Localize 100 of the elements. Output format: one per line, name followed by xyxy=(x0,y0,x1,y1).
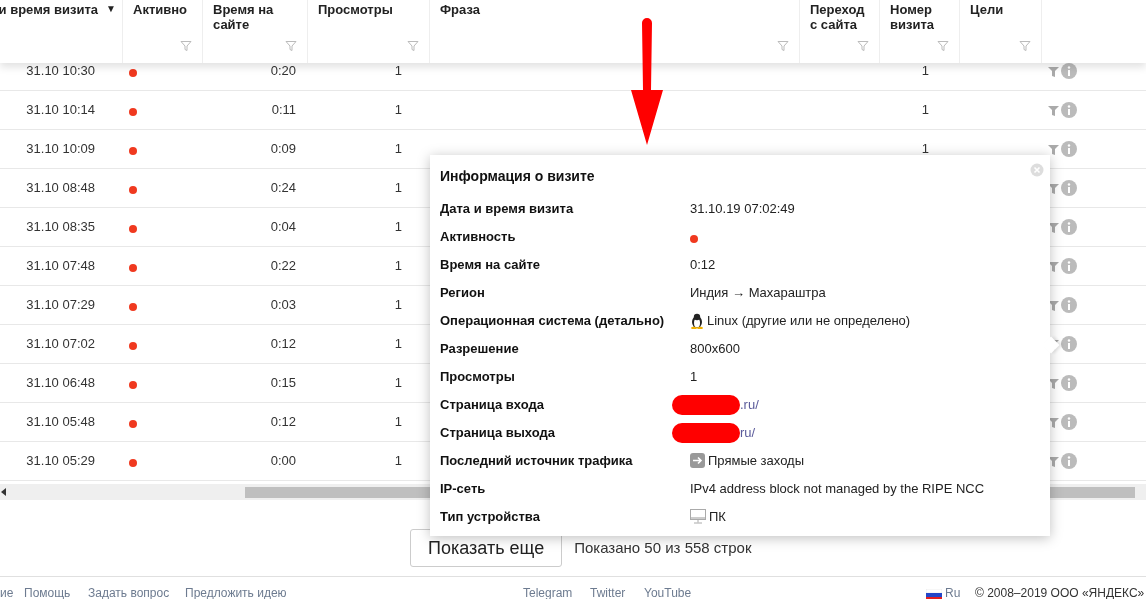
footer-link[interactable]: ие xyxy=(0,586,14,599)
table-cell: 1 xyxy=(394,336,402,352)
filter-icon[interactable] xyxy=(777,40,789,52)
footer-link[interactable]: Предложить идею xyxy=(185,586,287,599)
table-cell: 0:00 xyxy=(270,453,296,469)
field-value: Прямые заходы xyxy=(708,452,804,470)
field-label: Тип устройства xyxy=(440,508,541,526)
table-cell: 31.10 10:30 xyxy=(26,63,95,79)
field-label: IP-сеть xyxy=(440,480,487,498)
table-cell: 1 xyxy=(921,63,929,79)
table-cell: 0:04 xyxy=(270,219,296,235)
page-link[interactable]: .ru/ xyxy=(740,395,759,415)
footer-link[interactable]: Помощь xyxy=(24,586,71,599)
field-label: Операционная система (детально) xyxy=(440,312,666,330)
filter-icon[interactable] xyxy=(1048,104,1059,116)
field-label: Регион xyxy=(440,284,486,302)
table-cell: 1 xyxy=(394,219,402,235)
field-label: Страница входа xyxy=(440,396,545,414)
table-cell: 31.10 05:29 xyxy=(26,453,95,469)
filter-icon[interactable] xyxy=(1048,455,1059,467)
info-icon[interactable] xyxy=(1061,453,1077,469)
filter-icon[interactable] xyxy=(1048,377,1059,389)
social-link[interactable]: Telegram xyxy=(523,586,573,599)
field-value: IPv4 address block not managed by the RIPE NCC xyxy=(690,480,985,498)
scroll-left-icon[interactable] xyxy=(1,488,7,496)
info-icon[interactable] xyxy=(1061,141,1077,157)
filter-icon[interactable] xyxy=(1048,260,1059,272)
filter-icon[interactable] xyxy=(1048,221,1059,233)
table-cell: 0:03 xyxy=(270,297,296,313)
table-cell: 1 xyxy=(394,141,402,157)
field-label: Страница выхода xyxy=(440,424,556,442)
monitor-icon xyxy=(690,509,706,525)
info-icon[interactable] xyxy=(1061,180,1077,196)
info-icon[interactable] xyxy=(1061,102,1077,118)
table-cell: 0:11 xyxy=(271,102,296,118)
field-label: Последний источник трафика xyxy=(440,452,634,470)
table-cell: 1 xyxy=(921,141,929,157)
column-header[interactable]: Переход с сайта xyxy=(810,2,869,32)
social-link[interactable]: Twitter xyxy=(590,586,626,599)
footer-link[interactable]: Задать вопрос xyxy=(88,586,170,599)
redaction-mark xyxy=(672,423,740,443)
info-icon[interactable] xyxy=(1061,258,1077,274)
table-cell: 1 xyxy=(394,414,402,430)
field-label: Активность xyxy=(440,228,517,246)
table-cell: 1 xyxy=(394,258,402,274)
field-value: ПК xyxy=(709,508,726,526)
info-icon[interactable] xyxy=(1061,297,1077,313)
social-link[interactable]: YouTube xyxy=(644,586,692,599)
filter-icon[interactable] xyxy=(180,40,192,52)
table-cell: 1 xyxy=(394,63,402,79)
column-header[interactable]: Цели xyxy=(970,2,1031,17)
close-icon[interactable] xyxy=(1030,163,1044,177)
filter-icon[interactable] xyxy=(1048,65,1059,77)
filter-icon[interactable] xyxy=(1019,40,1031,52)
field-label: Разрешение xyxy=(440,340,520,358)
field-value: 800x600 xyxy=(690,340,740,358)
table-cell: 31.10 10:09 xyxy=(26,141,95,157)
column-header[interactable]: Номер визита xyxy=(890,2,949,32)
arrow-right-icon xyxy=(690,453,705,469)
language-link[interactable]: Ru xyxy=(945,586,961,599)
table-cell: 31.10 07:02 xyxy=(26,336,95,352)
popup-pointer xyxy=(1042,336,1060,354)
filter-icon[interactable] xyxy=(1048,299,1059,311)
field-value: 0:12 xyxy=(690,256,716,274)
field-label: Просмотры xyxy=(440,368,516,386)
table-cell: 0:22 xyxy=(270,258,296,274)
table-cell: 1 xyxy=(394,297,402,313)
field-value: 1 xyxy=(690,368,698,386)
info-icon[interactable] xyxy=(1061,375,1077,391)
redaction-mark xyxy=(672,395,740,415)
table-cell: 1 xyxy=(394,180,402,196)
table-cell: 31.10 10:14 xyxy=(26,102,95,118)
info-icon[interactable] xyxy=(1061,414,1077,430)
column-header[interactable]: Время на сайте xyxy=(213,2,297,32)
filter-icon[interactable] xyxy=(937,40,949,52)
info-icon[interactable] xyxy=(1061,63,1077,79)
table-cell: 1 xyxy=(394,102,402,118)
page-link[interactable]: ru/ xyxy=(740,423,756,443)
info-icon[interactable] xyxy=(1061,336,1077,352)
field-value: 31.10.19 07:02:49 xyxy=(690,200,795,218)
filter-icon[interactable] xyxy=(1048,143,1059,155)
column-header[interactable]: Активно xyxy=(133,2,192,17)
column-header[interactable]: Фраза xyxy=(440,2,789,17)
filter-icon[interactable] xyxy=(407,40,419,52)
table-cell: 31.10 08:48 xyxy=(26,180,95,196)
table-cell: 0:09 xyxy=(270,141,296,157)
info-icon[interactable] xyxy=(1061,219,1077,235)
filter-icon[interactable] xyxy=(1048,182,1059,194)
table-cell: 0:24 xyxy=(270,180,296,196)
penguin-icon xyxy=(690,312,704,329)
column-header[interactable]: Просмотры xyxy=(318,2,419,17)
sort-indicator[interactable]: ▼ xyxy=(106,1,116,16)
field-label: Дата и время визита xyxy=(440,200,575,218)
filter-icon[interactable] xyxy=(1048,416,1059,428)
filter-icon[interactable] xyxy=(857,40,869,52)
filter-icon[interactable] xyxy=(285,40,297,52)
table-cell: 0:12 xyxy=(270,414,296,430)
popup-title: Информация о визите xyxy=(440,167,596,186)
column-header[interactable]: и время визита xyxy=(0,2,98,17)
table-cell: 0:20 xyxy=(270,63,296,79)
